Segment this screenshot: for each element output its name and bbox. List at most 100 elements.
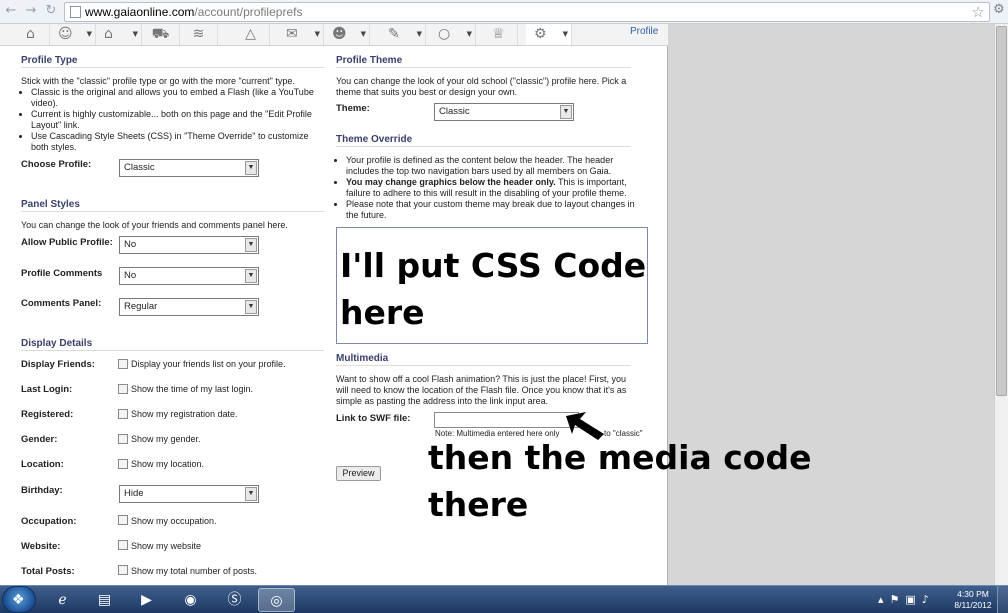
display-friends-checkbox[interactable]	[118, 359, 128, 369]
profile-type-bullet: Classic is the original and allows you t…	[31, 87, 326, 109]
reload-icon[interactable]: ↻	[44, 4, 58, 18]
scrollbar-thumb[interactable]	[996, 26, 1007, 396]
nav-settings-icon[interactable]: ⚙ ▼	[526, 24, 572, 45]
system-tray[interactable]: ▴⚑▣♪	[878, 588, 952, 612]
profile-comments-label: Profile Comments	[21, 268, 103, 279]
annotation-text: then the media code there	[428, 434, 818, 528]
occupation-checkbox[interactable]	[118, 515, 128, 525]
wrench-icon[interactable]: ⚙	[993, 2, 1005, 17]
icon-navigation: ⌂ ☺ ▼ ⌂ ▼ ⛟ ≋ △ ✉ ▼ ☻ ▼ ✎ ▼ ○ ▼ ♕ ⚙ ▼ Profile	[0, 24, 668, 46]
skype-icon[interactable]: Ⓢ	[216, 588, 253, 612]
theme-label: Theme:	[336, 103, 370, 114]
windows-logo-icon: ❖	[12, 592, 25, 608]
occupation-option: Show my occupation.	[131, 516, 217, 526]
url-host: www.gaiaonline.com	[85, 5, 195, 19]
total-posts-checkbox[interactable]	[118, 565, 128, 575]
last-login-checkbox[interactable]	[118, 384, 128, 394]
scrollbar[interactable]	[994, 24, 1008, 585]
clock-date: 8/11/2012	[954, 600, 992, 610]
display-friends-option: Display your friends list on your profil…	[131, 359, 286, 369]
nav-pencil-icon[interactable]: ✎ ▼	[380, 24, 426, 45]
nav-hanger-icon[interactable]: △	[232, 24, 270, 45]
swf-link-label: Link to SWF file:	[336, 413, 411, 424]
total-posts-option: Show my total number of posts.	[131, 566, 258, 576]
show-desktop-button[interactable]	[997, 586, 1008, 613]
gender-option: Show my gender.	[131, 434, 201, 444]
choose-profile-select[interactable]: Classic ▼	[119, 159, 259, 177]
registered-option: Show my registration date.	[131, 409, 238, 419]
birthday-label: Birthday:	[21, 485, 63, 496]
profile-type-bullet: Use Cascading Style Sheets (CSS) in "The…	[31, 131, 326, 153]
gender-checkbox[interactable]	[118, 434, 128, 444]
theme-override-bullet: Your profile is defined as the content b…	[346, 155, 646, 177]
comments-panel-select[interactable]: Regular ▼	[119, 298, 259, 316]
chevron-down-icon: ▼	[245, 161, 257, 175]
profile-theme-heading: Profile Theme	[336, 55, 631, 68]
location-checkbox[interactable]	[118, 459, 128, 469]
theme-override-textarea[interactable]: I'll put CSS Code here	[336, 227, 648, 344]
location-option: Show my location.	[131, 459, 205, 469]
comments-panel-label: Comments Panel:	[21, 298, 102, 309]
address-bar[interactable]: www.gaiaonline.com/account/profileprefs …	[64, 2, 990, 22]
chevron-down-icon: ▼	[245, 300, 257, 314]
ie-icon[interactable]: ℯ	[44, 588, 81, 612]
annotation-line: then the media code there	[428, 438, 812, 524]
page-icon	[70, 6, 81, 18]
website-checkbox[interactable]	[118, 540, 128, 550]
url-path: /account/profileprefs	[194, 5, 303, 19]
nav-mail-icon[interactable]: ✉ ▼	[278, 24, 324, 45]
website-option: Show my website	[131, 541, 202, 551]
profile-comments-value: No	[124, 270, 137, 281]
explorer-folder-icon[interactable]: ▤	[86, 588, 123, 612]
registered-checkbox[interactable]	[118, 409, 128, 419]
start-button[interactable]: ❖	[2, 586, 36, 613]
nav-trophy-icon[interactable]: ♕	[480, 24, 518, 45]
profile-comments-select[interactable]: No ▼	[119, 267, 259, 285]
chevron-down-icon: ▼	[245, 487, 257, 501]
panel-styles-heading: Panel Styles	[21, 199, 324, 212]
last-login-option: Show the time of my last login.	[131, 384, 254, 394]
theme-override-bullets: Your profile is defined as the content b…	[336, 155, 646, 221]
nav-car-icon[interactable]: ⛟	[142, 24, 180, 45]
choose-profile-value: Classic	[124, 162, 155, 173]
bookmark-star-icon[interactable]: ☆	[972, 3, 985, 21]
profile-link[interactable]: Profile	[630, 26, 658, 37]
theme-override-bullet: Please note that your custom theme may b…	[346, 199, 646, 221]
clock-time: 4:30 PM	[957, 589, 989, 599]
birthday-value: Hide	[124, 488, 144, 499]
multimedia-heading: Multimedia	[336, 353, 631, 366]
nav-home-icon[interactable]: ⌂ ▼	[96, 24, 142, 45]
panel-styles-intro: You can change the look of your friends …	[21, 220, 288, 230]
profile-type-bullets: Classic is the original and allows you t…	[21, 87, 326, 153]
nav-avatar-icon[interactable]: ☺ ▼	[50, 24, 96, 45]
multimedia-intro: Want to show off a cool Flash animation?…	[336, 374, 627, 406]
preview-button[interactable]: Preview	[336, 466, 381, 481]
forward-arrow-icon[interactable]: →	[24, 4, 38, 18]
nav-logo-icon[interactable]: ⌂	[12, 24, 50, 45]
profile-type-bullet: Current is highly customizable... both o…	[31, 109, 326, 131]
total-posts-label: Total Posts:	[21, 566, 75, 577]
nav-fish-icon[interactable]: ≋	[180, 24, 218, 45]
media-player-icon[interactable]: ▶	[128, 588, 165, 612]
website-label: Website:	[21, 541, 61, 552]
firefox-icon[interactable]: ◉	[172, 588, 209, 612]
chevron-down-icon: ▼	[245, 269, 257, 283]
nav-search-icon[interactable]: ○ ▼	[430, 24, 476, 45]
taskbar: ❖ ℯ ▤ ▶ ◉ Ⓢ ◎ ▴⚑▣♪ 4:30 PM 8/11/2012	[0, 585, 1008, 613]
taskbar-clock[interactable]: 4:30 PM 8/11/2012	[950, 589, 996, 611]
theme-select[interactable]: Classic ▼	[434, 103, 574, 121]
comments-panel-value: Regular	[124, 301, 158, 312]
location-label: Location:	[21, 459, 64, 470]
chevron-down-icon: ▼	[245, 238, 257, 252]
browser-toolbar: ← → ↻ www.gaiaonline.com/account/profile…	[0, 0, 1008, 24]
theme-override-warning: You may change graphics below the header…	[346, 177, 556, 187]
nav-people-icon[interactable]: ☻ ▼	[324, 24, 370, 45]
occupation-label: Occupation:	[21, 516, 77, 527]
chrome-icon[interactable]: ◎	[258, 588, 295, 612]
birthday-select[interactable]: Hide ▼	[119, 485, 259, 503]
allow-public-profile-value: No	[124, 239, 137, 250]
allow-public-profile-select[interactable]: No ▼	[119, 236, 259, 254]
swf-link-input[interactable]	[434, 412, 579, 428]
back-arrow-icon[interactable]: ←	[4, 4, 18, 18]
profile-theme-intro: You can change the look of your old scho…	[336, 76, 627, 97]
